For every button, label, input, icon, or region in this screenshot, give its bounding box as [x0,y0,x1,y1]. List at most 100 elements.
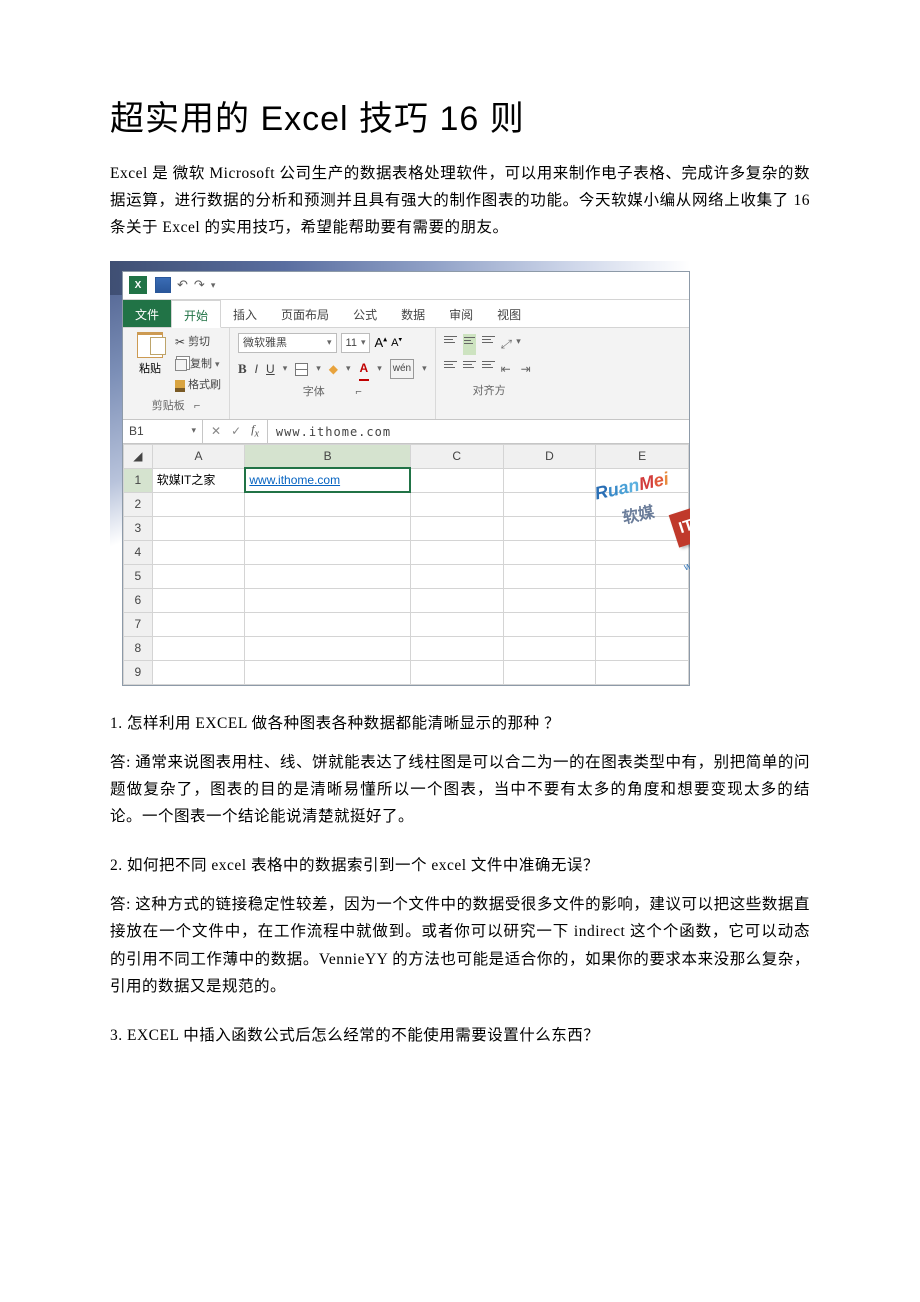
cell[interactable] [596,492,689,516]
shrink-font-icon[interactable]: A▾ [391,334,402,353]
underline-button[interactable]: U [266,359,275,380]
cell[interactable] [410,516,503,540]
tab-insert[interactable]: 插入 [221,300,269,327]
undo-icon[interactable]: ↶ [177,274,188,297]
cell[interactable] [245,564,411,588]
cell[interactable] [152,660,245,684]
italic-button[interactable]: I [255,359,258,380]
font-name-combo[interactable]: 微软雅黑▾ [238,333,337,353]
cell[interactable] [596,540,689,564]
tab-file[interactable]: 文件 [123,300,171,327]
cell[interactable] [503,588,596,612]
row-header-7[interactable]: 7 [124,612,153,636]
cell-c1[interactable] [410,468,503,492]
row-header-4[interactable]: 4 [124,540,153,564]
cut-button[interactable]: ✂剪切 [175,332,221,353]
enter-icon[interactable]: ✓ [231,421,241,442]
cell[interactable] [410,540,503,564]
col-header-c[interactable]: C [410,444,503,468]
cell[interactable] [152,540,245,564]
copy-button[interactable]: 复制 ▾ [175,355,221,374]
cell[interactable] [152,564,245,588]
tab-data[interactable]: 数据 [389,300,437,327]
cell[interactable] [245,636,411,660]
col-header-b[interactable]: B [245,444,411,468]
cell[interactable] [503,612,596,636]
cell[interactable] [245,516,411,540]
cell[interactable] [245,588,411,612]
align-right-icon[interactable] [482,359,495,380]
align-left-icon[interactable] [444,359,457,380]
row-header-2[interactable]: 2 [124,492,153,516]
fx-icon[interactable]: fx [251,419,259,443]
tab-home[interactable]: 开始 [171,300,221,328]
cell[interactable] [596,588,689,612]
cell[interactable] [596,612,689,636]
cell[interactable] [152,636,245,660]
cell[interactable] [596,516,689,540]
cell[interactable] [152,516,245,540]
align-top-icon[interactable] [444,334,457,355]
cell[interactable] [503,660,596,684]
cell-a1[interactable]: 软媒IT之家 [152,468,245,492]
cell-b1[interactable]: www.ithome.com [245,468,411,492]
tab-formula[interactable]: 公式 [341,300,389,327]
cell[interactable] [410,636,503,660]
cell-e1[interactable] [596,468,689,492]
cell[interactable] [503,636,596,660]
cell[interactable] [596,564,689,588]
cell-b1-link[interactable]: www.ithome.com [249,473,340,487]
cell[interactable] [410,612,503,636]
col-header-d[interactable]: D [503,444,596,468]
align-middle-icon[interactable] [463,334,476,355]
cell[interactable] [503,540,596,564]
format-painter-button[interactable]: 格式刷 [175,376,221,395]
fill-color-icon[interactable]: ◆ [329,359,338,380]
row-header-3[interactable]: 3 [124,516,153,540]
row-header-5[interactable]: 5 [124,564,153,588]
tab-review[interactable]: 审阅 [437,300,485,327]
orientation-icon[interactable]: ⤢ [501,334,511,355]
tab-view[interactable]: 视图 [485,300,533,327]
align-bottom-icon[interactable] [482,334,495,355]
border-icon[interactable] [295,363,308,376]
grow-font-icon[interactable]: A▴ [374,332,387,355]
row-header-1[interactable]: 1 [124,468,153,492]
font-color-icon[interactable]: A [359,358,370,381]
qat-more-icon[interactable]: ▾ [211,278,216,294]
name-box[interactable]: B1▾ [123,420,203,443]
cell-d1[interactable] [503,468,596,492]
cell[interactable] [410,564,503,588]
col-header-a[interactable]: A [152,444,245,468]
cell[interactable] [245,612,411,636]
cell[interactable] [503,516,596,540]
font-size-combo[interactable]: 11▾ [341,333,371,353]
cell[interactable] [152,588,245,612]
formula-bar[interactable]: www.ithome.com [268,420,399,443]
tab-layout[interactable]: 页面布局 [269,300,341,327]
cell[interactable] [596,636,689,660]
align-center-icon[interactable] [463,359,476,380]
cell[interactable] [245,492,411,516]
select-all-corner[interactable]: ◢ [124,444,153,468]
cell[interactable] [152,492,245,516]
cell[interactable] [152,612,245,636]
cancel-icon[interactable]: ✕ [211,421,221,442]
cell[interactable] [245,660,411,684]
row-header-8[interactable]: 8 [124,636,153,660]
cell[interactable] [596,660,689,684]
cell[interactable] [245,540,411,564]
phonetic-icon[interactable]: wén [390,359,414,379]
redo-icon[interactable]: ↷ [194,274,205,297]
col-header-e[interactable]: E [596,444,689,468]
cell[interactable] [410,588,503,612]
row-header-6[interactable]: 6 [124,588,153,612]
bold-button[interactable]: B [238,358,247,381]
decrease-indent-icon[interactable]: ⇤ [501,359,515,380]
increase-indent-icon[interactable]: ⇥ [521,359,535,380]
cell[interactable] [410,492,503,516]
save-icon[interactable] [155,277,171,293]
row-header-9[interactable]: 9 [124,660,153,684]
cell[interactable] [503,564,596,588]
cell[interactable] [410,660,503,684]
